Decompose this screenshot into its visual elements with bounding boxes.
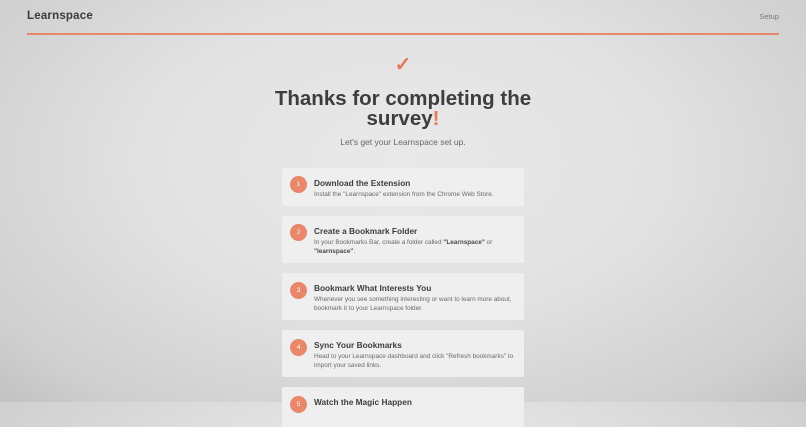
desc-text: In your Bookmarks Bar, create a folder c… [314, 239, 444, 246]
title-line-1: Thanks for completing the [274, 87, 532, 110]
step-title: Create a Bookmark Folder [314, 226, 418, 236]
step-description: Whenever you see something interesting o… [314, 296, 512, 312]
title-word: survey [366, 107, 433, 130]
step-title: Download the Extension [314, 178, 411, 188]
header-divider [27, 33, 779, 35]
step-title: Sync Your Bookmarks [314, 340, 402, 350]
step-card-5: 5 Watch the Magic Happen [282, 387, 524, 427]
folder-name-strong: "Learnspace" [443, 239, 485, 246]
step-description: In your Bookmarks Bar, create a folder c… [314, 238, 516, 256]
folder-name-strong: "learnspace" [314, 248, 354, 255]
step-description: Head to your Learnspace dashboard and cl… [314, 353, 514, 369]
page-title: Thanks for completing the survey! [0, 87, 806, 130]
desc-text: . [353, 248, 356, 255]
step-card-1: 1 Download the Extension Install the "Le… [282, 168, 524, 206]
step-number-badge: 3 [290, 282, 307, 299]
step-title: Watch the Magic Happen [314, 397, 412, 407]
title-exclamation: ! [432, 107, 440, 130]
step-number-badge: 2 [290, 224, 307, 241]
title-line-2: survey! [0, 107, 806, 130]
step-title: Bookmark What Interests You [314, 283, 432, 293]
desc-text: or [484, 239, 493, 246]
step-card-2: 2 Create a Bookmark Folder In your Bookm… [282, 216, 524, 263]
page-subtitle: Let's get your Learnspace set up. [340, 137, 466, 147]
step-card-3: 3 Bookmark What Interests You Whenever y… [282, 273, 524, 320]
step-number-badge: 5 [290, 396, 307, 413]
step-description: Install the "Learnspace" extension from … [314, 191, 494, 198]
logo[interactable]: Learnspace [27, 10, 93, 22]
step-number-badge: 4 [290, 339, 307, 356]
step-card-4: 4 Sync Your Bookmarks Head to your Learn… [282, 330, 524, 377]
setup-link[interactable]: Setup [759, 12, 779, 21]
step-number-badge: 1 [290, 176, 307, 193]
top-bar: Learnspace Setup [0, 0, 806, 34]
checkmark-icon: ✓ [394, 54, 412, 76]
